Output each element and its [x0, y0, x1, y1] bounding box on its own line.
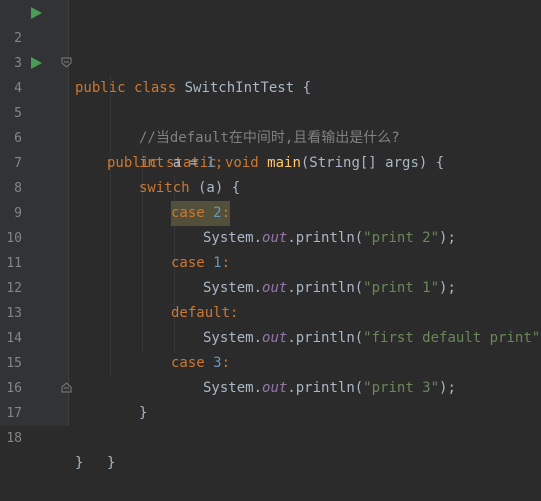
code-line: 12 default: [0, 251, 541, 321]
code-line: 11 System.out.println("print 1"); [0, 226, 541, 296]
code-line: 7 switch (a) { [0, 126, 541, 196]
code-line: 6 int a = 1; [0, 101, 541, 171]
code-line: 10 case 1: [0, 201, 541, 271]
code-line: 18 } [0, 401, 541, 471]
code-line: 3 [0, 26, 541, 71]
code-line: 4 public static void main(String[] args)… [0, 51, 541, 171]
code-line: 14 case 3: [0, 301, 541, 371]
code-line: 8 case 2: [0, 151, 541, 226]
fold-marker-icon[interactable] [61, 382, 72, 393]
code-line: 15 System.out.println("print 3"); [0, 326, 541, 396]
code-line: 9 System.out.println("print 2"); [0, 176, 541, 246]
closing-brace: } [75, 455, 84, 471]
code-line: 16 } [0, 351, 541, 421]
fold-marker-icon[interactable] [61, 57, 72, 68]
closing-brace: } [107, 455, 116, 471]
code-line: 17 } [0, 376, 541, 471]
run-arrow-icon[interactable] [31, 57, 42, 69]
line-number: 18 [6, 431, 22, 446]
code-line: 2 public class SwitchIntTest { [0, 1, 541, 96]
run-arrow-icon[interactable] [31, 7, 42, 19]
code-line: 13 System.out.println("first default pri… [0, 276, 541, 346]
code-line: 5 //当default在中间时,且看输出是什么? [0, 76, 541, 146]
